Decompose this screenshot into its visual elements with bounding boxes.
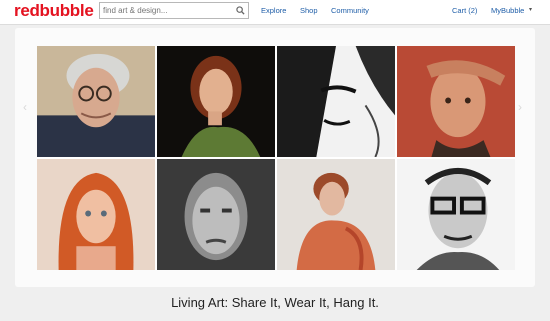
carousel-prev-button[interactable]: ‹ — [23, 100, 27, 114]
nav-shop[interactable]: Shop — [300, 6, 318, 15]
redbubble-logo[interactable]: redbubble — [14, 1, 94, 21]
search-input[interactable] — [103, 4, 231, 17]
nav-explore[interactable]: Explore — [261, 6, 286, 15]
chevron-down-icon[interactable]: ▾ — [529, 6, 532, 13]
artwork-grid — [37, 46, 515, 270]
portrait-man-ink-glasses[interactable] — [397, 159, 515, 270]
portrait-elderly-man-glasses[interactable] — [37, 46, 155, 157]
top-navigation-bar: redbubble Explore Shop Community Cart (2… — [0, 0, 550, 25]
search-button[interactable] — [233, 3, 248, 18]
cart-link[interactable]: Cart (2) — [452, 6, 477, 15]
tagline: Living Art: Share It, Wear It, Hang It. — [171, 295, 379, 310]
search-icon — [236, 6, 245, 15]
portrait-woman-green-dress[interactable] — [157, 46, 275, 157]
portrait-bald-man-pencil[interactable] — [157, 159, 275, 270]
carousel-next-button[interactable]: › — [518, 100, 522, 114]
portrait-man-hand-head[interactable] — [397, 46, 515, 157]
portrait-red-hair-woman[interactable] — [37, 159, 155, 270]
nav-community[interactable]: Community — [331, 6, 369, 15]
account-menu[interactable]: MyBubble — [491, 6, 524, 15]
search-box — [99, 2, 249, 19]
portrait-graphic-face[interactable] — [277, 46, 395, 157]
portrait-woman-watercolor[interactable] — [277, 159, 395, 270]
